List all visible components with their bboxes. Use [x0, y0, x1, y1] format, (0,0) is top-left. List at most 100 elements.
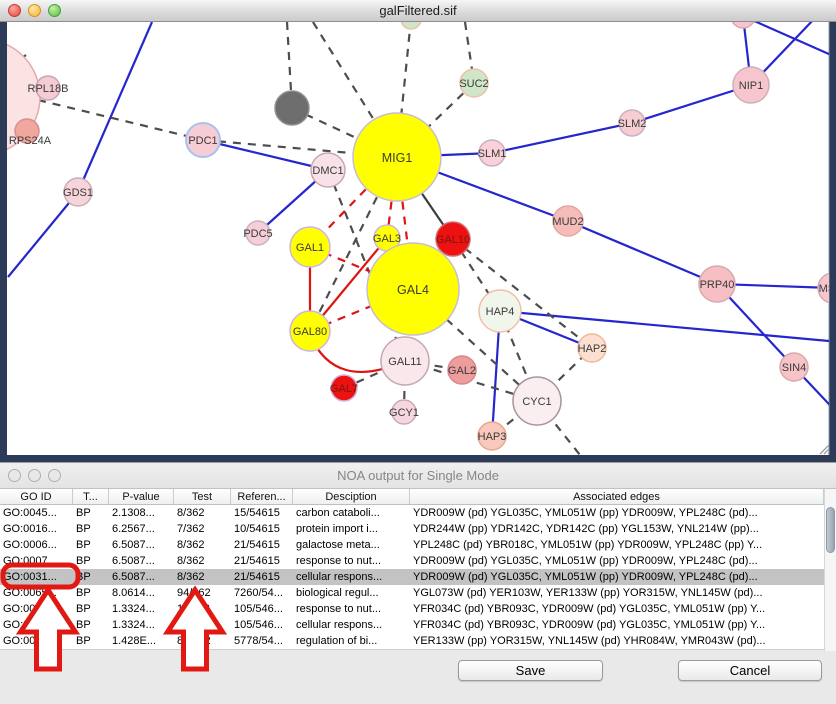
- table-row[interactable]: GO:0016...BP6.2567...7/36210/54615protei…: [0, 521, 836, 537]
- window-title: NOA output for Single Mode: [0, 468, 836, 483]
- cell-test: 11/362: [174, 617, 231, 633]
- svg-text:NIP1: NIP1: [739, 80, 763, 92]
- cell-test: 8/362: [174, 505, 231, 521]
- table-scrollbar[interactable]: [824, 489, 836, 651]
- cell-edges: YDR009W (pd) YGL035C, YML051W (pp) YDR00…: [410, 505, 824, 521]
- svg-text:SLM2: SLM2: [618, 118, 647, 130]
- cell-p-value: 2.1308...: [109, 505, 174, 521]
- table-row[interactable]: GO:0031...BP1.3324...11/362105/546...res…: [0, 601, 836, 617]
- cell-type: BP: [73, 553, 109, 569]
- col-header-go-id[interactable]: GO ID: [0, 489, 73, 504]
- table-row-selected[interactable]: GO:0031...BP6.5087...8/36221/54615cellul…: [0, 569, 836, 585]
- svg-text:RPL18B: RPL18B: [28, 83, 69, 95]
- svg-text:SLM1: SLM1: [478, 148, 507, 160]
- node-pdc1[interactable]: PDC1: [186, 123, 220, 157]
- cell-description: protein import i...: [293, 521, 410, 537]
- table-row[interactable]: GO:0045...BP2.1308...8/36215/54615carbon…: [0, 505, 836, 521]
- svg-text:DMC1: DMC1: [312, 165, 343, 177]
- node-dmc1[interactable]: DMC1: [311, 153, 345, 187]
- cell-type: BP: [73, 505, 109, 521]
- col-header-associated-edges[interactable]: Associated edges: [410, 489, 824, 504]
- node-gal1[interactable]: GAL1: [290, 227, 330, 267]
- node-mig1[interactable]: MIG1: [353, 113, 441, 201]
- node-hap2[interactable]: HAP2: [578, 334, 607, 362]
- cell-go-id: GO:0045...: [0, 505, 73, 521]
- node-hap4[interactable]: HAP4: [479, 290, 521, 332]
- col-header-type[interactable]: T...: [73, 489, 109, 504]
- cell-edges: YPL248C (pd) YBR018C, YML051W (pp) YDR00…: [410, 537, 824, 553]
- svg-text:HAP2: HAP2: [578, 343, 607, 355]
- scrollbar-thumb[interactable]: [826, 507, 835, 553]
- cancel-button[interactable]: Cancel: [678, 660, 822, 681]
- node-suc2[interactable]: SUC2: [459, 69, 488, 97]
- table-row[interactable]: GO:0006...BP6.5087...8/36221/54615galact…: [0, 537, 836, 553]
- cell-p-value: 6.2567...: [109, 521, 174, 537]
- cell-test: 7/362: [174, 521, 231, 537]
- table-body: GO:0045...BP2.1308...8/36215/54615carbon…: [0, 505, 836, 650]
- noa-output-window: NOA output for Single Mode GO ID T... P-…: [0, 462, 836, 704]
- cell-edges: YDR009W (pd) YGL035C, YML051W (pp) YDR00…: [410, 553, 824, 569]
- cell-test: 8/362: [174, 569, 231, 585]
- cell-type: BP: [73, 537, 109, 553]
- node-mud2[interactable]: MUD2: [552, 206, 583, 236]
- cell-p-value: 6.5087...: [109, 569, 174, 585]
- col-header-reference[interactable]: Referen...: [231, 489, 293, 504]
- cell-edges: YFR034C (pd) YBR093C, YDR009W (pd) YGL03…: [410, 617, 824, 633]
- node-slm1[interactable]: SLM1: [478, 140, 507, 166]
- svg-text:PRP40: PRP40: [700, 279, 735, 291]
- cell-reference: 7260/54...: [231, 585, 293, 601]
- cell-description: galactose meta...: [293, 537, 410, 553]
- table-bottom-border: [0, 649, 836, 650]
- node-nip1[interactable]: NIP1: [733, 67, 769, 103]
- cell-reference: 21/54615: [231, 553, 293, 569]
- node-cyc1[interactable]: CYC1: [513, 377, 561, 425]
- node-gal2[interactable]: GAL2: [448, 356, 476, 384]
- node-unlabeled-gray[interactable]: [275, 91, 309, 125]
- node-gds1[interactable]: GDS1: [63, 178, 93, 206]
- svg-text:GAL10: GAL10: [436, 234, 470, 246]
- cell-go-id: GO:0007...: [0, 553, 73, 569]
- node-gal10[interactable]: GAL10: [436, 222, 470, 256]
- svg-text:GAL11: GAL11: [388, 356, 421, 368]
- svg-text:CYC1: CYC1: [522, 396, 551, 408]
- cell-reference: 10/54615: [231, 521, 293, 537]
- network-canvas[interactable]: RPL18B RPS24A GDS1 PDC1: [0, 22, 836, 462]
- cell-description: cellular respons...: [293, 569, 410, 585]
- network-window: galFiltered.sif: [0, 0, 836, 462]
- network-window-titlebar[interactable]: galFiltered.sif: [0, 0, 836, 22]
- svg-text:GAL4: GAL4: [397, 283, 429, 297]
- table-row[interactable]: GO:0031...BP1.3324...11/362105/546...cel…: [0, 617, 836, 633]
- col-header-p-value[interactable]: P-value: [109, 489, 174, 504]
- cell-p-value: 6.5087...: [109, 537, 174, 553]
- col-header-test[interactable]: Test: [174, 489, 231, 504]
- col-header-description[interactable]: Desciption: [293, 489, 410, 504]
- save-button[interactable]: Save: [458, 660, 603, 681]
- node-sin4[interactable]: SIN4: [780, 353, 808, 381]
- table-row[interactable]: GO:0065...BP8.0614...94/3627260/54...bio…: [0, 585, 836, 601]
- node-hap3[interactable]: HAP3: [478, 422, 507, 450]
- table-row[interactable]: GO:0007...BP6.5087...8/36221/54615respon…: [0, 553, 836, 569]
- node-gal11[interactable]: GAL11: [381, 337, 429, 385]
- cell-test: 94/362: [174, 585, 231, 601]
- svg-text:GDS1: GDS1: [63, 187, 93, 199]
- cell-reference: 15/54615: [231, 505, 293, 521]
- canvas-background: [7, 22, 829, 455]
- cell-type: BP: [73, 521, 109, 537]
- node-prp40[interactable]: PRP40: [699, 266, 735, 302]
- cell-description: response to nut...: [293, 601, 410, 617]
- cell-go-id: GO:0065...: [0, 585, 73, 601]
- noa-window-titlebar[interactable]: NOA output for Single Mode: [0, 463, 836, 489]
- node-gal80[interactable]: GAL80: [290, 311, 330, 351]
- cell-p-value: 8.0614...: [109, 585, 174, 601]
- svg-text:HAP4: HAP4: [486, 306, 515, 318]
- node-gal7[interactable]: GAL7: [330, 375, 358, 401]
- cell-description: carbon cataboli...: [293, 505, 410, 521]
- window-title: galFiltered.sif: [0, 3, 836, 18]
- node-gal4[interactable]: GAL4: [367, 243, 459, 335]
- table-row[interactable]: GO:0050...BP1.428E...80/3625778/54...reg…: [0, 633, 836, 649]
- node-slm2[interactable]: SLM2: [618, 110, 647, 136]
- svg-text:SUC2: SUC2: [459, 78, 488, 90]
- svg-text:SIN4: SIN4: [782, 362, 806, 374]
- cell-type: BP: [73, 601, 109, 617]
- cell-p-value: 1.428E...: [109, 633, 174, 649]
